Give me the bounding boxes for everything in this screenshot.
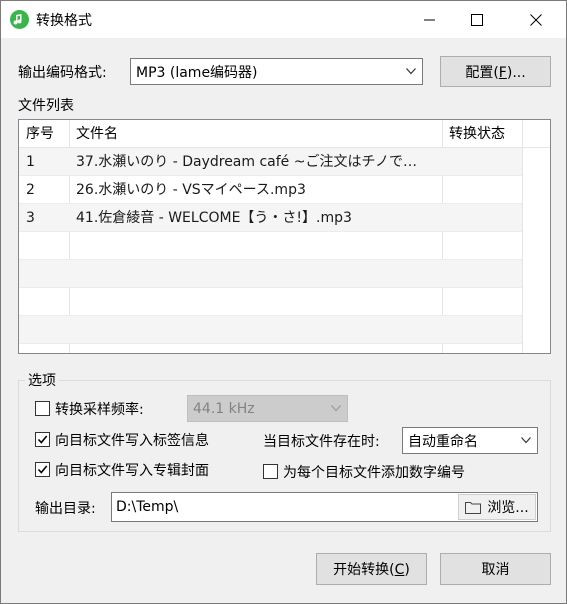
sample-rate-value: 44.1 kHz xyxy=(193,400,255,417)
row-status xyxy=(442,148,522,176)
resample-label[interactable]: 转换采样频率: xyxy=(55,399,144,419)
numbering-label[interactable]: 为每个目标文件添加数字编号 xyxy=(283,462,465,482)
minimize-icon xyxy=(424,19,435,20)
checkmark-icon xyxy=(37,465,48,474)
music-note-icon xyxy=(10,10,29,29)
row-filename: 37.水瀬いのり - Daydream café ~ご注文はチノで… xyxy=(76,154,418,170)
file-list-label: 文件列表 xyxy=(18,98,74,114)
row-index: 3 xyxy=(26,210,35,226)
file-exists-label: 当目标文件存在时: xyxy=(263,434,380,450)
row-filename: 26.水瀬いのり - VSマイペース.mp3 xyxy=(76,182,306,198)
numbering-checkbox[interactable] xyxy=(263,464,278,479)
window-title: 转换格式 xyxy=(36,13,92,29)
cancel-button[interactable]: 取消 xyxy=(440,553,551,585)
file-list[interactable]: 序号 文件名 转换状态 1 37.水瀬いのり - Daydream café ~… xyxy=(18,119,551,354)
empty-row xyxy=(19,316,522,344)
table-row[interactable]: 3 41.佐倉綾音 - WELCOME【う・さ!】.mp3 xyxy=(19,204,522,232)
checkmark-icon xyxy=(37,435,48,444)
config-button-label: 配置(F)... xyxy=(465,64,526,81)
row-status xyxy=(442,176,522,204)
row-index: 2 xyxy=(26,182,35,198)
options-group-title: 选项 xyxy=(25,370,59,390)
minimize-button[interactable] xyxy=(407,1,453,38)
folder-icon xyxy=(465,501,482,514)
column-header-index[interactable]: 序号 xyxy=(19,120,69,148)
row-status xyxy=(442,204,522,232)
file-list-header: 序号 文件名 转换状态 xyxy=(19,120,550,148)
config-button[interactable]: 配置(F)... xyxy=(440,56,551,87)
maximize-icon xyxy=(471,13,483,26)
row-filename: 41.佐倉綾音 - WELCOME【う・さ!】.mp3 xyxy=(76,210,352,226)
table-row[interactable]: 1 37.水瀬いのり - Daydream café ~ご注文はチノで… xyxy=(19,148,522,176)
chevron-down-icon xyxy=(331,404,341,411)
format-select[interactable]: MP3 (lame编码器) xyxy=(130,58,423,85)
title-bar[interactable]: 转换格式 xyxy=(1,1,566,38)
format-label: 输出编码格式: xyxy=(18,65,107,81)
empty-row xyxy=(19,232,522,260)
write-cover-label[interactable]: 向目标文件写入专辑封面 xyxy=(55,460,209,480)
maximize-button[interactable] xyxy=(454,1,500,38)
start-convert-button[interactable]: 开始转换(C) xyxy=(316,553,427,585)
cancel-label: 取消 xyxy=(481,562,510,578)
convert-format-dialog: 转换格式 输出编码格式: MP3 (lame编码器) 配置(F)... 文件列表… xyxy=(0,0,567,604)
start-convert-label: 开始转换(C) xyxy=(333,562,410,578)
file-exists-select[interactable]: 自动重命名 xyxy=(402,427,538,454)
format-select-value: MP3 (lame编码器) xyxy=(136,64,258,81)
sample-rate-select: 44.1 kHz xyxy=(187,395,348,422)
row-index: 1 xyxy=(26,154,35,170)
write-tags-checkbox[interactable] xyxy=(35,432,50,447)
empty-row xyxy=(19,260,522,288)
close-icon xyxy=(530,13,542,26)
table-row[interactable]: 2 26.水瀬いのり - VSマイペース.mp3 xyxy=(19,176,522,204)
column-divider xyxy=(522,120,523,353)
write-cover-checkbox[interactable] xyxy=(35,462,50,477)
output-dir-value: D:\Temp\ xyxy=(116,499,179,515)
file-exists-value: 自动重命名 xyxy=(408,433,478,450)
browse-button[interactable]: 浏览... xyxy=(458,494,536,520)
browse-button-label: 浏览... xyxy=(487,500,529,516)
resample-checkbox[interactable] xyxy=(35,401,50,416)
column-header-filename[interactable]: 文件名 xyxy=(69,120,442,148)
column-header-status[interactable]: 转换状态 xyxy=(442,120,522,148)
chevron-down-icon xyxy=(521,436,531,443)
close-button[interactable] xyxy=(513,1,559,38)
chevron-down-icon xyxy=(406,67,416,74)
output-dir-label: 输出目录: xyxy=(35,501,96,517)
empty-row xyxy=(19,288,522,316)
write-tags-label[interactable]: 向目标文件写入标签信息 xyxy=(55,430,209,450)
